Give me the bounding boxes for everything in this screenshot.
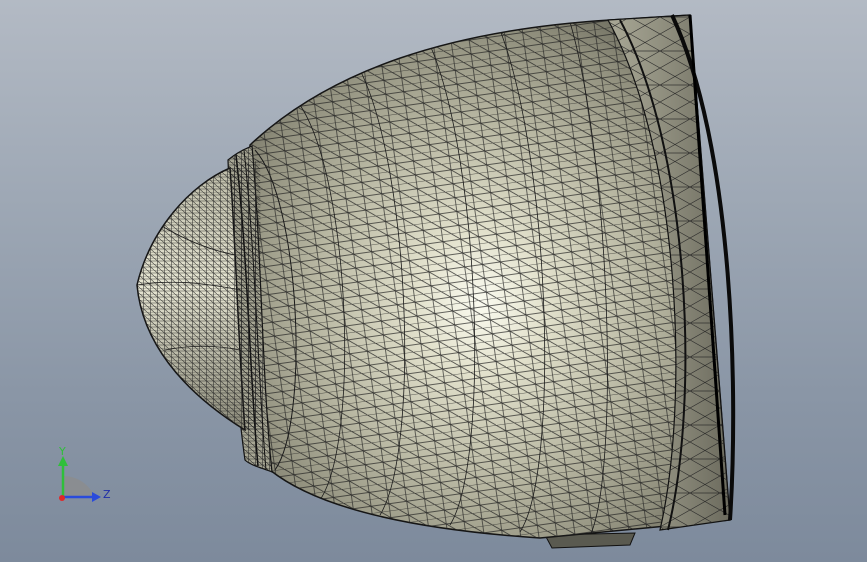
nose-tip xyxy=(136,160,262,432)
graphics-viewport[interactable]: Y Z xyxy=(0,0,867,562)
mesh-model[interactable] xyxy=(0,0,867,562)
